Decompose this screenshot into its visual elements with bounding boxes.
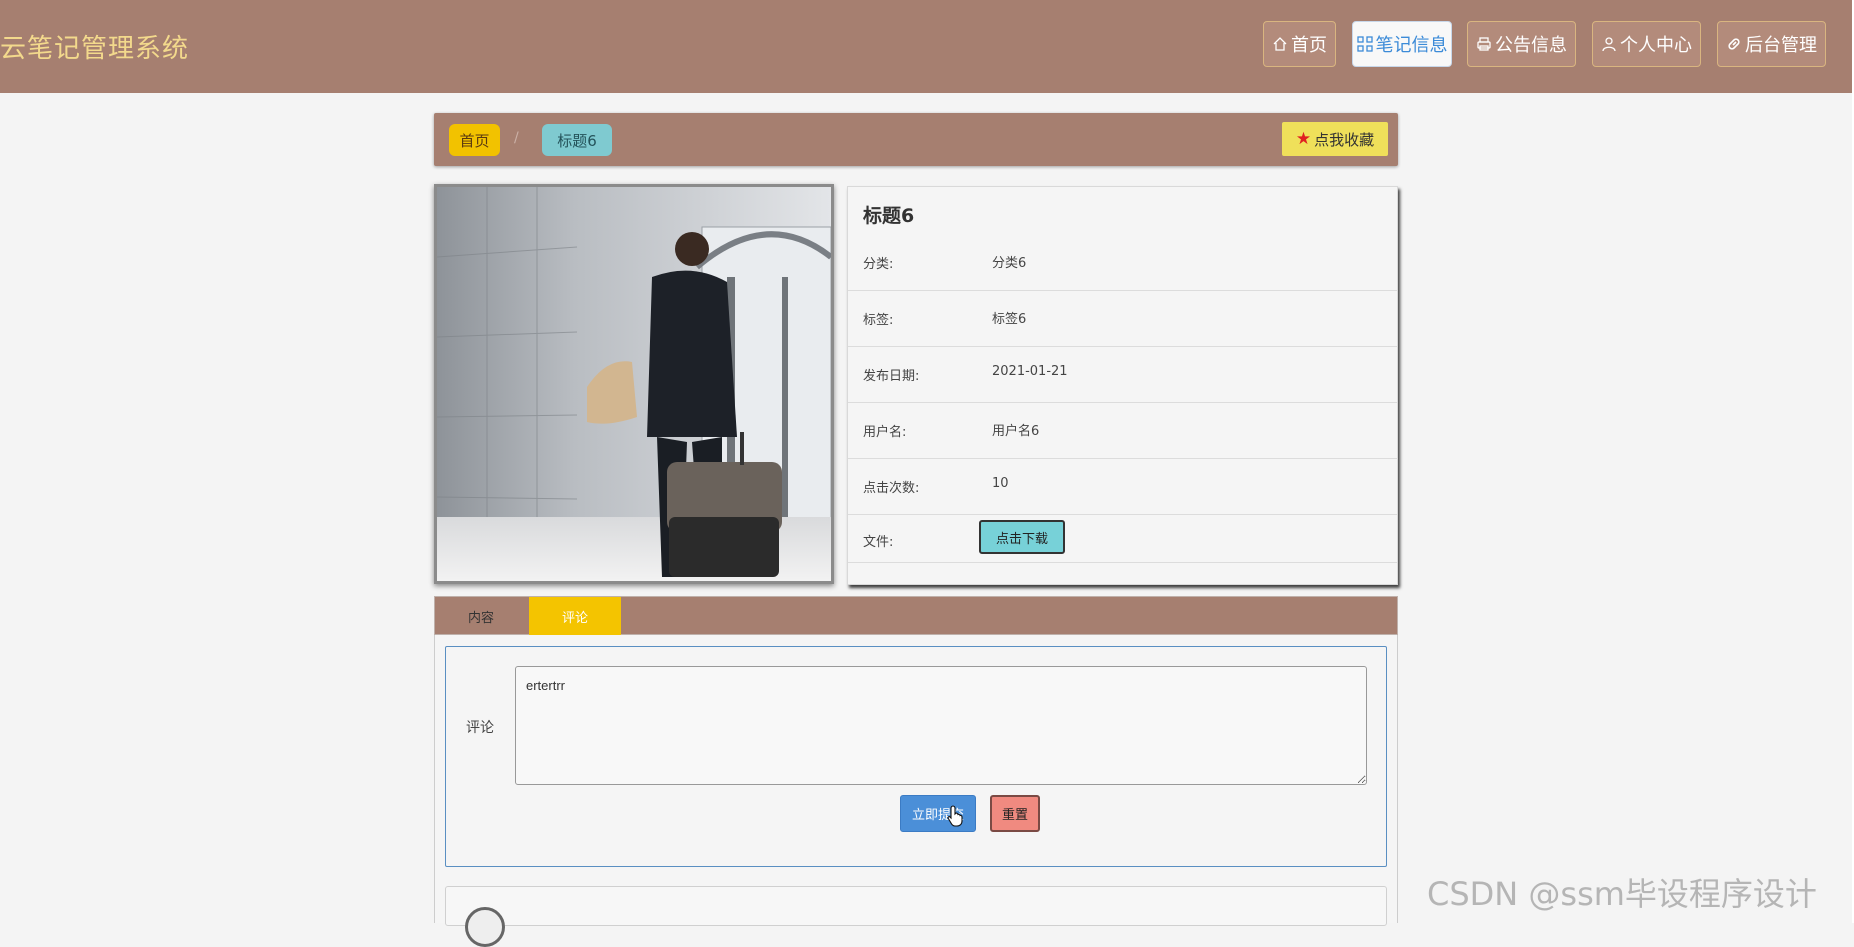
user-icon (1602, 37, 1616, 52)
detail-key: 点击次数: (863, 481, 920, 496)
detail-row-category: 分类: 分类6 (848, 235, 1397, 291)
detail-value: 2021-01-21 (992, 364, 1068, 379)
detail-key: 分类: (863, 257, 894, 272)
breadcrumb: 首页 / 标题6 ★ 点我收藏 (434, 113, 1398, 166)
note-detail-card: 标题6 分类: 分类6 标签: 标签6 发布日期: 2021-01-21 用户名… (847, 186, 1398, 585)
avatar (465, 907, 505, 947)
detail-key: 标签: (863, 313, 894, 328)
detail-row-tag: 标签: 标签6 (848, 291, 1397, 347)
star-icon: ★ (1295, 129, 1312, 149)
tab-bar: 内容 评论 (434, 596, 1398, 635)
detail-value: 用户名6 (992, 424, 1040, 439)
nav-profile[interactable]: 个人中心 (1592, 21, 1701, 67)
watermark: CSDN @ssm毕设程序设计 (1427, 875, 1817, 913)
tab-comments[interactable]: 评论 (529, 597, 621, 635)
nav-announcements[interactable]: 公告信息 (1467, 21, 1576, 67)
grid-icon (1356, 36, 1373, 52)
nav-profile-label: 个人中心 (1620, 35, 1692, 56)
print-icon (1477, 37, 1491, 51)
detail-value: 分类6 (992, 256, 1027, 271)
comment-list-item (445, 886, 1387, 947)
note-title: 标题6 (863, 205, 915, 227)
nav-admin-label: 后台管理 (1745, 35, 1817, 56)
detail-key: 发布日期: (863, 369, 920, 384)
comment-textarea[interactable]: ertertrr (515, 666, 1367, 785)
detail-row-username: 用户名: 用户名6 (848, 403, 1397, 459)
detail-key: 文件: (863, 535, 894, 550)
nav-announcements-label: 公告信息 (1495, 35, 1567, 56)
link-icon (1728, 38, 1740, 50)
home-icon (1273, 37, 1287, 51)
breadcrumb-current: 标题6 (542, 124, 612, 156)
detail-value: 10 (992, 476, 1009, 491)
comment-label: 评论 (466, 720, 494, 736)
detail-row-date: 发布日期: 2021-01-21 (848, 347, 1397, 403)
nav-home-label: 首页 (1291, 35, 1327, 56)
nav-admin[interactable]: 后台管理 (1717, 21, 1826, 67)
nav-notes-label: 笔记信息 (1375, 35, 1448, 56)
breadcrumb-home-link[interactable]: 首页 (449, 124, 500, 156)
detail-value: 标签6 (992, 312, 1027, 327)
nav-notes[interactable]: 笔记信息 (1352, 21, 1452, 67)
breadcrumb-separator: / (514, 130, 519, 146)
detail-key: 用户名: (863, 425, 907, 440)
nav-home[interactable]: 首页 (1263, 21, 1336, 67)
site-title: 云笔记管理系统 (0, 34, 190, 64)
detail-row-file: 文件: 点击下载 (848, 515, 1397, 563)
tab-content[interactable]: 内容 (435, 597, 527, 635)
favorite-button-label: 点我收藏 (1314, 130, 1375, 149)
detail-row-clicks: 点击次数: 10 (848, 459, 1397, 515)
download-button[interactable]: 点击下载 (979, 520, 1065, 554)
reset-button[interactable]: 重置 (990, 795, 1040, 832)
favorite-button[interactable]: ★ 点我收藏 (1282, 122, 1388, 156)
hand-cursor-icon (947, 805, 963, 827)
comment-form: 评论 ertertrr 立即提交 重置 (445, 646, 1387, 867)
note-cover-image (434, 184, 834, 584)
top-header: 云笔记管理系统 首页 笔记信息 公告信息 个人中心 后台管理 (0, 0, 1852, 93)
